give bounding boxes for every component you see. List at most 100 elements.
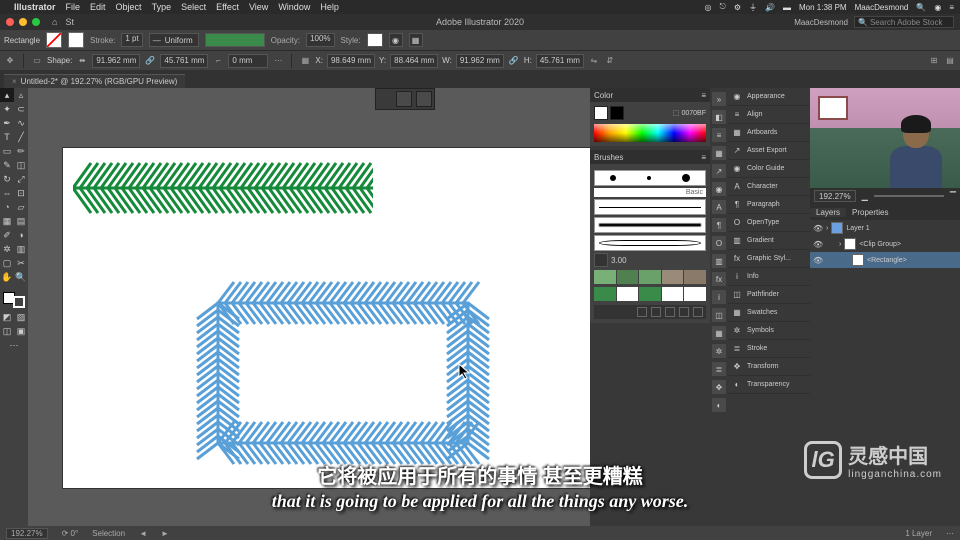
edit-toolbar[interactable]: ⋯	[0, 338, 28, 352]
cloud-icon[interactable]: St	[65, 17, 74, 27]
dock-icon[interactable]: ▥	[712, 254, 726, 268]
pattern-brush-row[interactable]	[594, 270, 706, 284]
visibility-icon[interactable]: 👁	[813, 240, 823, 249]
color-mode[interactable]: ◩	[0, 310, 14, 324]
menu-file[interactable]: File	[66, 2, 81, 12]
y-field[interactable]: 88.464 mm	[390, 54, 438, 68]
menubar-icon[interactable]: ⎋	[720, 2, 726, 12]
menu-edit[interactable]: Edit	[90, 2, 106, 12]
volume-icon[interactable]: 🔊	[765, 3, 775, 12]
layer-row[interactable]: 👁 › Layer 1	[810, 220, 960, 236]
panel-opentype[interactable]: OOpenType	[728, 214, 810, 232]
zoom-slider[interactable]	[874, 195, 944, 197]
dock-icon[interactable]: ▦	[712, 146, 726, 160]
height-field[interactable]: 45.761 mm	[160, 54, 208, 68]
type-tool[interactable]: T	[0, 130, 14, 144]
menu-effect[interactable]: Effect	[216, 2, 239, 12]
dock-icon[interactable]: ¶	[712, 218, 726, 232]
slice-tool[interactable]: ✂	[14, 256, 28, 270]
width-field[interactable]: 91.962 mm	[92, 54, 140, 68]
panel-menu-icon[interactable]: ▤	[944, 55, 956, 67]
close-tab-icon[interactable]: ×	[12, 77, 17, 86]
panel-character[interactable]: ACharacter	[728, 178, 810, 196]
search-icon[interactable]: 🔍	[916, 3, 926, 12]
menu-window[interactable]: Window	[278, 2, 310, 12]
clock[interactable]: Mon 1:38 PM	[799, 3, 847, 12]
dock-expand-icon[interactable]: »	[712, 92, 726, 106]
lasso-tool[interactable]: ⊂	[14, 102, 28, 116]
panel-menu-icon[interactable]: ≡	[701, 153, 706, 162]
zoom-out-icon[interactable]: ▁	[862, 192, 868, 201]
line-tool[interactable]: ╱	[14, 130, 28, 144]
menu-type[interactable]: Type	[152, 2, 172, 12]
hand-tool[interactable]: ✋	[0, 270, 14, 284]
new-brush-icon[interactable]	[679, 307, 689, 317]
flag-icon[interactable]: ▬	[783, 3, 791, 12]
direct-selection-tool[interactable]: ▵	[14, 88, 28, 102]
gradient-tool[interactable]: ▤	[14, 214, 28, 228]
properties-tab[interactable]: Properties	[846, 208, 894, 217]
dock-icon[interactable]: ✲	[712, 344, 726, 358]
zoom-tool[interactable]: 🔍	[14, 270, 28, 284]
artboard-tool[interactable]: ▢	[0, 256, 14, 270]
link-wh-icon[interactable]: ⬌	[76, 55, 88, 67]
magic-wand-tool[interactable]: ✦	[0, 102, 14, 116]
link-icon[interactable]: 🔗	[144, 55, 156, 67]
siri-icon[interactable]: ◉	[934, 3, 941, 12]
layers-tab[interactable]: Layers	[810, 208, 846, 217]
stroke-swatch[interactable]	[68, 32, 84, 48]
corner-field[interactable]: 0 mm	[228, 54, 268, 68]
home-icon[interactable]: ⌂	[52, 17, 57, 27]
panel-menu-icon[interactable]: ≡	[701, 91, 706, 100]
shaper-tool[interactable]: ✎	[0, 158, 14, 172]
brushes-panel-title[interactable]: Brushes	[594, 153, 623, 162]
graphic-style[interactable]	[367, 33, 383, 47]
delete-icon[interactable]	[693, 307, 703, 317]
panel-align[interactable]: ≡Align	[728, 106, 810, 124]
dock-icon[interactable]: ✥	[712, 380, 726, 394]
link-icon[interactable]: 🔗	[508, 55, 520, 67]
panel-stroke[interactable]: ≣Stroke	[728, 340, 810, 358]
fill-swatch[interactable]	[46, 32, 62, 48]
brush-item[interactable]	[594, 235, 706, 251]
pen-tool[interactable]: ✒	[0, 116, 14, 130]
panel-paragraph[interactable]: ¶Paragraph	[728, 196, 810, 214]
float-btn[interactable]	[416, 91, 432, 107]
panel-artboards[interactable]: ▦Artboards	[728, 124, 810, 142]
dock-icon[interactable]: O	[712, 236, 726, 250]
flip-h-icon[interactable]: ⇋	[588, 55, 600, 67]
panel-info[interactable]: iInfo	[728, 268, 810, 286]
mesh-tool[interactable]: ▦	[0, 214, 14, 228]
nav-zoom[interactable]: 192.27%	[814, 190, 856, 202]
menu-view[interactable]: View	[249, 2, 268, 12]
panel-asset-export[interactable]: ↗Asset Export	[728, 142, 810, 160]
stroke-color[interactable]	[610, 106, 624, 120]
transform-icon[interactable]: ✥	[4, 55, 16, 67]
gradient-mode[interactable]: ▨	[14, 310, 28, 324]
scale-tool[interactable]: ⤢	[14, 172, 28, 186]
stroke-weight[interactable]: 1 pt	[121, 33, 142, 47]
perspective-tool[interactable]: ▱	[14, 200, 28, 214]
libraries-icon[interactable]	[637, 307, 647, 317]
workspace-switcher[interactable]: MaacDesmond	[794, 18, 848, 27]
app-menu[interactable]: Illustrator	[14, 2, 56, 12]
floating-toolbar[interactable]	[375, 88, 435, 110]
hex-field[interactable]: ⬚ 0070BF	[673, 109, 706, 117]
free-transform-tool[interactable]: ⊡	[14, 186, 28, 200]
align-icon[interactable]: ▦	[409, 33, 423, 47]
user[interactable]: MaacDesmond	[855, 3, 909, 12]
fill-color[interactable]	[594, 106, 608, 120]
blend-tool[interactable]: ◑	[14, 228, 28, 242]
x-field[interactable]: 98.649 mm	[327, 54, 375, 68]
panel-swatches[interactable]: ▦Swatches	[728, 304, 810, 322]
panel-graphic-styles[interactable]: fxGraphic Styl...	[728, 250, 810, 268]
pattern-brush-row[interactable]	[594, 287, 706, 301]
brush-tool[interactable]: ✏	[14, 144, 28, 158]
eyedropper-tool[interactable]: ✐	[0, 228, 14, 242]
menu-select[interactable]: Select	[181, 2, 206, 12]
menu-object[interactable]: Object	[116, 2, 142, 12]
selection-tool[interactable]: ▴	[0, 88, 14, 102]
graph-tool[interactable]: ▥	[14, 242, 28, 256]
basic-brush-label[interactable]: Basic	[594, 188, 706, 197]
menu-icon[interactable]: ≡	[949, 3, 954, 12]
